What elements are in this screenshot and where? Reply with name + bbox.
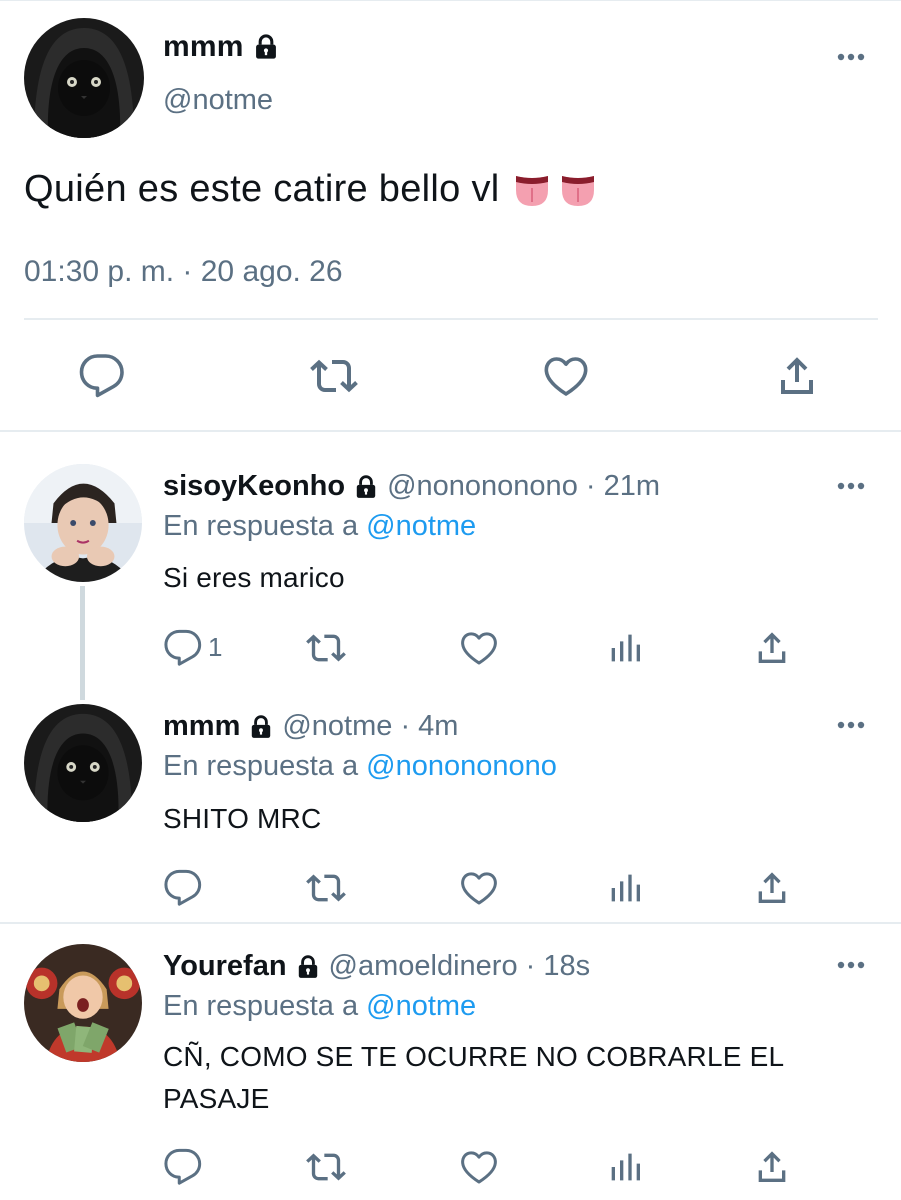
in-reply-prefix: En respuesta a [163, 990, 359, 1022]
like-icon[interactable] [542, 352, 590, 400]
analytics-icon[interactable] [605, 868, 645, 908]
tweet-timestamp[interactable]: 01:30 p. m. · 20 ago. 26 [24, 255, 343, 289]
tweet-text: Quién es este catire bello vl [24, 168, 598, 211]
more-icon[interactable] [836, 52, 866, 62]
more-icon[interactable] [836, 720, 866, 730]
handle-time[interactable]: @nonononono · 21m [387, 470, 660, 503]
divider [0, 922, 901, 924]
thread-connector [80, 586, 85, 700]
reply-icon[interactable] [78, 352, 126, 400]
reply-icon[interactable] [163, 868, 203, 908]
avatar[interactable] [24, 464, 142, 582]
handle-time[interactable]: @amoeldinero · 18s [329, 950, 591, 983]
retweet-icon[interactable] [310, 352, 358, 400]
avatar[interactable] [24, 18, 144, 138]
lock-icon [353, 474, 379, 500]
in-reply-to: En respuesta a @notme [163, 510, 476, 543]
mention-link[interactable]: @notme [366, 990, 476, 1022]
in-reply-prefix: En respuesta a [163, 510, 359, 542]
analytics-icon[interactable] [605, 1147, 645, 1187]
tweet-text-content: Quién es este catire bello vl [24, 168, 500, 210]
divider [24, 318, 878, 320]
cat-avatar-image [24, 704, 142, 822]
in-reply-to: En respuesta a @notme [163, 990, 476, 1023]
reply-text: SHITO MRC [163, 803, 322, 834]
lock-icon [252, 33, 280, 61]
display-name-text: mmm [163, 30, 244, 63]
retweet-icon[interactable] [306, 868, 346, 908]
analytics-icon[interactable] [605, 628, 645, 668]
retweet-icon[interactable] [306, 628, 346, 668]
retweet-icon[interactable] [306, 1147, 346, 1187]
tongue-emoji [515, 175, 548, 206]
mention-link[interactable]: @nonononono [366, 750, 557, 782]
lock-icon [248, 714, 274, 740]
reply-icon[interactable] [163, 1147, 203, 1187]
reply-count: 1 [208, 632, 223, 662]
share-icon[interactable] [773, 352, 821, 400]
share-icon[interactable] [752, 628, 792, 668]
like-icon[interactable] [459, 868, 499, 908]
like-icon[interactable] [459, 628, 499, 668]
profile-photo [24, 944, 142, 1062]
more-icon[interactable] [836, 960, 866, 970]
user-handle[interactable]: @notme [163, 84, 273, 117]
cat-avatar-image [24, 18, 144, 138]
more-icon[interactable] [836, 481, 866, 491]
main-tweet: mmm @notme Quién es este catire bello vl… [0, 0, 901, 432]
reply-text: CÑ, COMO SE TE OCURRE NO COBRARLE EL PAS… [163, 1041, 784, 1114]
tongue-emoji [561, 175, 594, 206]
reply-header: sisoyKeonho @nonononono · 21m [163, 470, 660, 503]
mention-link[interactable]: @notme [366, 510, 476, 542]
share-icon[interactable] [752, 868, 792, 908]
handle-time[interactable]: @notme · 4m [282, 710, 458, 743]
display-name[interactable]: mmm [163, 30, 280, 64]
reply-text: Si eres marico [163, 562, 345, 593]
profile-photo [24, 464, 142, 582]
reply-header: mmm @notme · 4m [163, 710, 458, 743]
avatar[interactable] [24, 704, 142, 822]
lock-icon [295, 954, 321, 980]
display-name[interactable]: sisoyKeonho [163, 470, 345, 503]
reply-icon[interactable] [163, 628, 203, 668]
reply-header: Yourefan @amoeldinero · 18s [163, 950, 590, 983]
avatar[interactable] [24, 944, 142, 1062]
in-reply-to: En respuesta a @nonononono [163, 750, 557, 783]
display-name[interactable]: mmm [163, 710, 240, 743]
like-icon[interactable] [459, 1147, 499, 1187]
in-reply-prefix: En respuesta a [163, 750, 359, 782]
share-icon[interactable] [752, 1147, 792, 1187]
display-name[interactable]: Yourefan [163, 950, 287, 983]
